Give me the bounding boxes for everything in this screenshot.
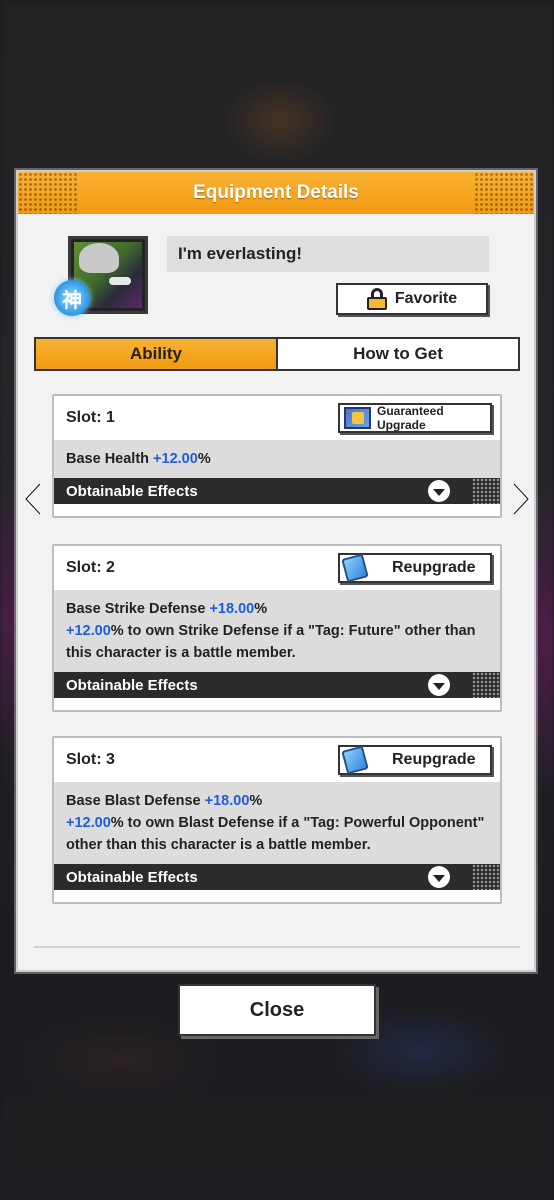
obtainable-effects-label: Obtainable Effects — [66, 868, 198, 886]
effect-label: Base Health — [66, 451, 154, 467]
favorite-label: Favorite — [394, 290, 458, 307]
god-rank-badge-icon: 神 — [54, 280, 90, 316]
tab-how-to-get[interactable]: How to Get — [278, 339, 518, 369]
slot-card-1: Slot: 1 Guaranteed Upgrade Base Health +… — [52, 394, 502, 518]
slot-list[interactable]: Slot: 1 Guaranteed Upgrade Base Health +… — [34, 386, 518, 931]
dialog-title: Equipment Details — [18, 172, 534, 214]
favorite-button[interactable]: Favorite — [336, 283, 488, 315]
equipment-details-dialog: Equipment Details 神 I'm everlasting! Fav… — [16, 170, 536, 972]
effect-value: +12.00 — [153, 451, 198, 467]
tab-bar: Ability How to Get — [34, 337, 520, 371]
chevron-down-icon — [428, 866, 450, 888]
effect-description: % to own Strike Defense if a "Tag: Futur… — [66, 623, 476, 661]
slot-card-2: Slot: 2 Reupgrade Base Strike Defense +1… — [52, 544, 502, 712]
ticket-icon — [344, 407, 371, 429]
obtainable-effects-toggle[interactable]: Obtainable Effects — [54, 478, 500, 504]
portrait-hair — [79, 243, 119, 273]
dither-decoration — [472, 864, 500, 890]
slot-effect-text: Base Blast Defense +18.00% +12.00% to ow… — [54, 782, 500, 864]
tab-ability[interactable]: Ability — [36, 339, 278, 369]
chevron-down-icon — [428, 674, 450, 696]
reupgrade-label: Reupgrade — [392, 751, 476, 768]
chevron-down-icon — [428, 480, 450, 502]
guaranteed-upgrade-button[interactable]: Guaranteed Upgrade — [338, 403, 492, 433]
previous-arrow-icon[interactable] — [22, 482, 44, 516]
slot-effect-text: Base Strike Defense +18.00% +12.00% to o… — [54, 590, 500, 672]
slot-title: Slot: 3 — [66, 751, 115, 768]
slot-effect-text: Base Health +12.00% — [54, 440, 500, 478]
next-arrow-icon[interactable] — [510, 482, 532, 516]
slot-title: Slot: 1 — [66, 409, 115, 426]
scroll-divider — [34, 946, 520, 948]
effect-label: Base Strike Defense — [66, 601, 210, 617]
effect-value: +12.00 — [66, 623, 111, 639]
obtainable-effects-toggle[interactable]: Obtainable Effects — [54, 864, 500, 890]
equipment-name: I'm everlasting! — [167, 236, 489, 272]
effect-label: Base Blast Defense — [66, 793, 205, 809]
lock-icon — [366, 288, 387, 310]
card-icon — [341, 553, 369, 583]
effect-unit: % — [249, 793, 263, 809]
close-button[interactable]: Close — [178, 984, 376, 1036]
dither-decoration — [472, 672, 500, 698]
slot-card-3: Slot: 3 Reupgrade Base Blast Defense +18… — [52, 736, 502, 904]
reupgrade-button[interactable]: Reupgrade — [338, 745, 492, 775]
effect-unit: % — [254, 601, 268, 617]
dither-decoration — [472, 478, 500, 504]
obtainable-effects-label: Obtainable Effects — [66, 676, 198, 694]
effect-value: +12.00 — [66, 815, 111, 831]
card-icon — [341, 745, 369, 775]
effect-description: % to own Blast Defense if a "Tag: Powerf… — [66, 815, 485, 853]
slot-title: Slot: 2 — [66, 559, 115, 576]
guaranteed-upgrade-label: Guaranteed Upgrade — [377, 404, 444, 432]
effect-value: +18.00 — [209, 601, 255, 617]
reupgrade-label: Reupgrade — [392, 559, 476, 576]
reupgrade-button[interactable]: Reupgrade — [338, 553, 492, 583]
obtainable-effects-toggle[interactable]: Obtainable Effects — [54, 672, 500, 698]
effect-value: +18.00 — [204, 793, 250, 809]
obtainable-effects-label: Obtainable Effects — [66, 482, 198, 500]
effect-unit: % — [197, 451, 211, 467]
portrait-eye — [109, 277, 131, 285]
